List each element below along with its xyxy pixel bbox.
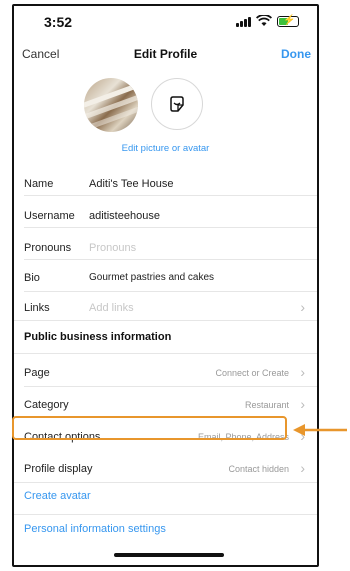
- business-section-title: Public business information: [24, 331, 172, 343]
- status-icons: ⚡: [236, 15, 299, 27]
- create-avatar-link[interactable]: Create avatar: [24, 490, 91, 502]
- divider: [24, 227, 317, 228]
- section-divider: [14, 320, 317, 321]
- links-input[interactable]: Add links: [89, 302, 134, 314]
- chevron-right-icon: ›: [300, 460, 305, 476]
- pronouns-input[interactable]: Pronouns: [89, 242, 136, 254]
- links-label: Links: [24, 302, 50, 314]
- profile-display-value: Contact hidden: [228, 464, 289, 474]
- chevron-right-icon: ›: [300, 299, 305, 315]
- divider: [24, 291, 317, 292]
- status-bar: 3:52 ⚡: [14, 6, 317, 38]
- category-label: Category: [24, 399, 69, 411]
- chevron-right-icon: ›: [300, 396, 305, 412]
- section-divider: [14, 353, 317, 354]
- sticker-avatar-icon: [170, 96, 184, 112]
- battery-charging-icon: ⚡: [277, 15, 299, 27]
- profile-pictures: [84, 78, 284, 140]
- category-value: Restaurant: [244, 400, 289, 410]
- links-field[interactable]: Links Add links ›: [14, 293, 317, 323]
- page-title: Edit Profile: [133, 47, 198, 61]
- phone-screen: 3:52 ⚡ Cancel Edit Profile Done Edit pic…: [12, 4, 319, 567]
- contact-options-highlight: [12, 416, 287, 440]
- divider: [24, 259, 317, 260]
- signal-icon: [236, 16, 251, 27]
- section-divider: [14, 482, 317, 483]
- edit-picture-link[interactable]: Edit picture or avatar: [14, 143, 317, 154]
- section-divider: [14, 514, 317, 515]
- bio-value[interactable]: Gourmet pastries and cakes: [89, 272, 214, 283]
- chevron-right-icon: ›: [300, 364, 305, 380]
- page-label: Page: [24, 367, 50, 379]
- username-value[interactable]: aditisteehouse: [89, 210, 160, 222]
- name-label: Name: [24, 178, 54, 190]
- divider: [24, 386, 317, 387]
- name-value[interactable]: Aditi's Tee House: [89, 178, 173, 190]
- avatar-button[interactable]: [151, 78, 203, 130]
- bio-field[interactable]: Bio Gourmet pastries and cakes: [14, 263, 317, 293]
- bio-label: Bio: [24, 272, 40, 284]
- pronouns-label: Pronouns: [24, 242, 72, 254]
- username-label: Username: [24, 210, 75, 222]
- wifi-icon: [256, 15, 272, 26]
- arrow-left-icon: [293, 424, 347, 436]
- personal-info-settings-link[interactable]: Personal information settings: [24, 523, 166, 535]
- divider: [24, 195, 317, 196]
- profile-display-row[interactable]: Profile display Contact hidden ›: [14, 454, 317, 484]
- profile-photo[interactable]: [84, 78, 138, 132]
- status-time: 3:52: [44, 14, 73, 30]
- done-button[interactable]: Done: [281, 47, 311, 61]
- page-row[interactable]: Page Connect or Create ›: [14, 358, 317, 388]
- page-value: Connect or Create: [215, 368, 289, 378]
- home-indicator: [114, 553, 224, 557]
- profile-display-label: Profile display: [24, 463, 93, 475]
- nav-bar: Cancel Edit Profile Done: [14, 42, 317, 68]
